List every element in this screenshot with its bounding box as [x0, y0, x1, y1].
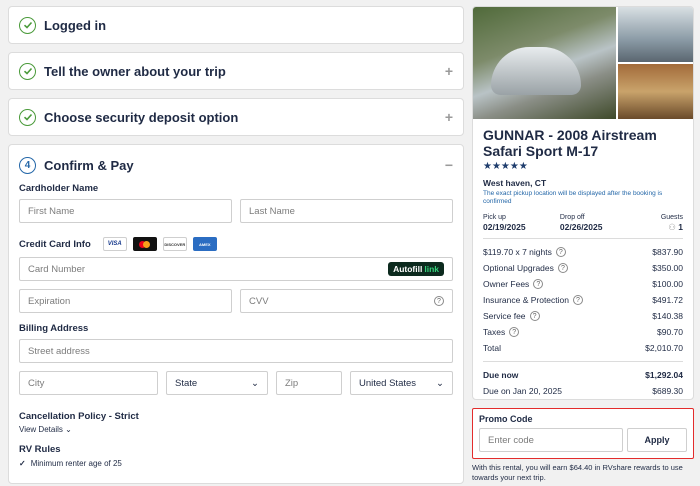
visa-logo: VISA [102, 237, 127, 251]
country-value: United States [359, 377, 417, 389]
step-title: Logged in [44, 17, 107, 33]
price-row: Service fee? $140.38 [483, 311, 683, 321]
confirm-pay-header[interactable]: 4 Confirm & Pay − [19, 155, 453, 175]
side-photo[interactable] [617, 7, 693, 62]
guests-count: ⚇ 1 [668, 222, 683, 232]
cvv-input[interactable]: CVV ? [240, 289, 453, 313]
price-row: Owner Fees? $100.00 [483, 279, 683, 289]
step-number: 4 [19, 156, 36, 174]
expand-plus-icon[interactable]: + [445, 109, 453, 125]
listing-photos[interactable] [473, 7, 693, 119]
step-deposit[interactable]: Choose security deposit option + [8, 98, 464, 136]
people-icon: ⚇ [668, 222, 679, 232]
cvv-placeholder: CVV [249, 295, 269, 307]
booking-summary: GUNNAR - 2008 Airstream Safari Sport M-1… [472, 6, 694, 482]
rv-rules-label: RV Rules [19, 444, 61, 455]
rating-stars: ★★★★★ [483, 161, 528, 172]
billing-label: Billing Address [19, 323, 89, 334]
help-icon[interactable]: ? [509, 327, 520, 337]
checkmark-icon [19, 16, 36, 34]
discover-logo: DISCOVER [162, 237, 187, 251]
city-input[interactable]: City [19, 371, 158, 395]
cardholder-label: Cardholder Name [19, 183, 99, 194]
promo-code-input[interactable]: Enter code [479, 428, 623, 452]
help-icon[interactable]: ? [555, 247, 566, 257]
step-trip[interactable]: Tell the owner about your trip + [8, 52, 464, 90]
confirm-pay-section: 4 Confirm & Pay − Cardholder Name First … [8, 144, 464, 484]
rule-item: ✓ Minimum renter age of 25 [19, 459, 122, 468]
card-number-input[interactable]: Card Number Autofill link [19, 257, 453, 281]
collapse-minus-icon[interactable]: − [445, 157, 453, 173]
dropoff-date: 02/26/2025 [559, 222, 603, 232]
main-photo[interactable] [473, 7, 616, 119]
listing-location: West haven, CT [483, 178, 547, 188]
help-icon[interactable]: ? [533, 279, 544, 289]
credit-card-label: Credit Card Info [19, 238, 91, 250]
chevron-down-icon: ⌄ [436, 377, 444, 389]
first-name-input[interactable]: First Name [19, 199, 232, 223]
step-title: Choose security deposit option [44, 109, 239, 125]
apply-button[interactable]: Apply [627, 428, 687, 452]
rewards-text: With this rental, you will earn $64.40 i… [472, 463, 683, 482]
due-now-row: Due now $1,292.04 [483, 370, 683, 380]
pickup-date: 02/19/2025 [483, 222, 526, 232]
price-row: Optional Upgrades? $350.00 [483, 263, 683, 273]
help-icon[interactable]: ? [529, 311, 540, 321]
chevron-down-icon: ⌄ [251, 377, 259, 389]
mastercard-logo [132, 237, 157, 251]
view-details-link[interactable]: View Details ⌄ [19, 425, 453, 434]
pickup-note: The exact pickup location will be displa… [483, 190, 663, 205]
due-later-row: Due on Jan 20, 2025 $689.30 [483, 386, 683, 396]
listing-card: GUNNAR - 2008 Airstream Safari Sport M-1… [472, 6, 694, 400]
checkmark-icon [19, 62, 36, 80]
step-logged-in[interactable]: Logged in [8, 6, 464, 44]
price-row: $119.70 x 7 nights? $837.90 [483, 247, 683, 257]
amex-logo: AMEX [192, 237, 217, 251]
help-icon[interactable]: ? [573, 295, 583, 305]
checkout-steps: Logged in Tell the owner about your trip… [8, 6, 464, 486]
state-value: State [175, 377, 198, 389]
trip-dates: Pick up 02/19/2025 Drop off 02/26/2025 Gue… [483, 214, 683, 232]
promo-code-box: Promo Code Enter code Apply [472, 408, 694, 459]
promo-label: Promo Code [479, 414, 533, 424]
street-input[interactable]: Street address [19, 339, 453, 363]
listing-title: GUNNAR - 2008 Airstream Safari Sport M-1… [483, 127, 657, 159]
zip-input[interactable]: Zip [276, 371, 342, 395]
card-number-placeholder: Card Number [28, 263, 86, 275]
state-select[interactable]: State ⌄ [166, 371, 268, 395]
checkmark-icon [19, 108, 36, 126]
price-row: Insurance & Protection? $491.72 [483, 295, 683, 305]
checkmark-icon: ✓ [19, 459, 26, 468]
country-select[interactable]: United States ⌄ [350, 371, 453, 395]
price-breakdown: $119.70 x 7 nights? $837.90 Optional Upgr… [483, 244, 683, 356]
expiration-input[interactable]: Expiration [19, 289, 232, 313]
cancellation-policy-label: Cancellation Policy - Strict [19, 411, 139, 422]
price-row: Taxes? $90.70 [483, 327, 683, 337]
autofill-link-button[interactable]: Autofill link [388, 262, 444, 276]
chevron-down-icon: ⌄ [65, 425, 72, 434]
step-title: Confirm & Pay [44, 157, 134, 173]
step-title: Tell the owner about your trip [44, 63, 226, 79]
last-name-input[interactable]: Last Name [240, 199, 453, 223]
help-icon[interactable]: ? [434, 296, 444, 306]
side-photo[interactable] [617, 64, 693, 119]
help-icon[interactable]: ? [557, 263, 568, 273]
total-row: Total $2,010.70 [483, 343, 683, 353]
expand-plus-icon[interactable]: + [445, 63, 453, 79]
